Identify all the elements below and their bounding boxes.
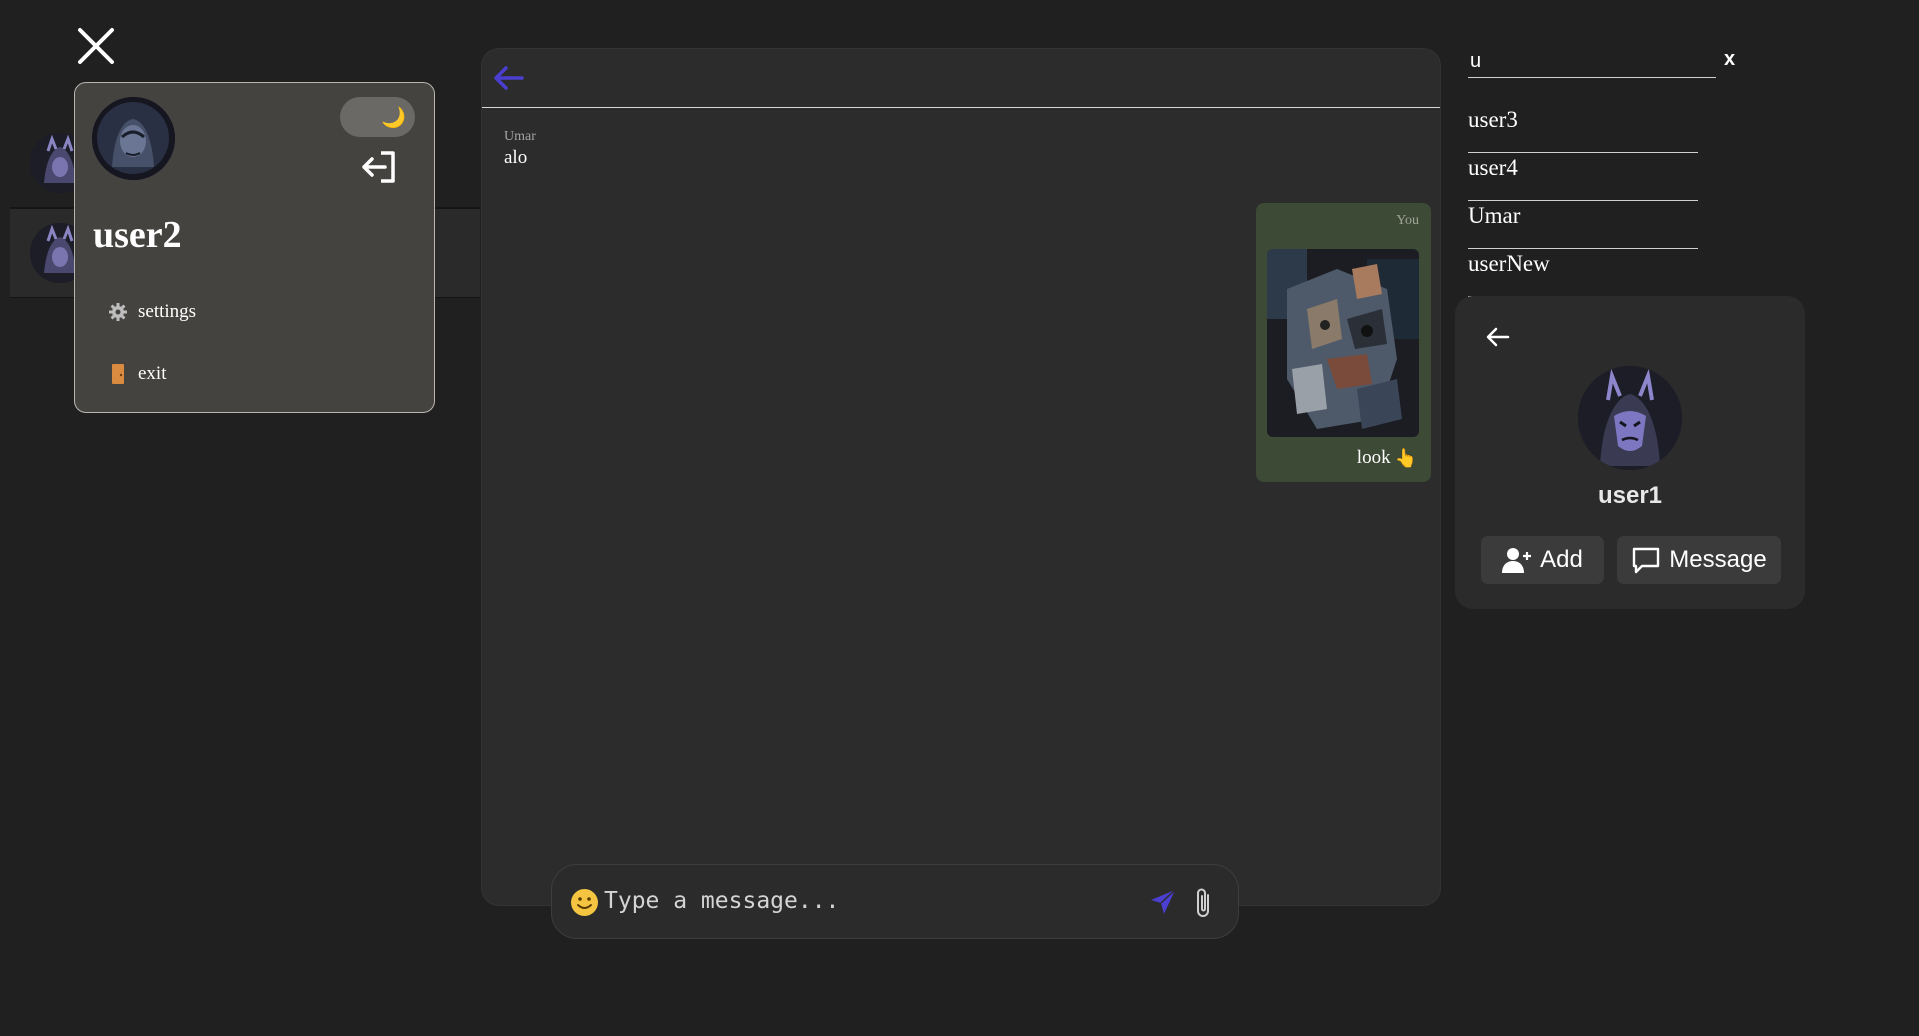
search-input[interactable] xyxy=(1468,46,1716,78)
chat-header xyxy=(482,49,1440,108)
back-arrow-icon[interactable] xyxy=(492,63,526,93)
search-result-item[interactable]: user3 xyxy=(1468,105,1698,153)
search-bar: x xyxy=(1468,46,1735,78)
message-button-label: Message xyxy=(1669,546,1767,573)
close-icon[interactable] xyxy=(74,24,118,68)
menu-item-label: settings xyxy=(138,301,197,322)
message-incoming: Umar alo xyxy=(504,129,536,169)
paperclip-icon[interactable] xyxy=(1192,885,1216,921)
logout-icon[interactable] xyxy=(359,149,399,185)
add-button-label: Add xyxy=(1540,546,1583,573)
menu-item-label: exit xyxy=(138,363,167,384)
profile-username: user2 xyxy=(93,214,182,256)
chat-panel: Umar alo You look 👆 xyxy=(481,48,1441,906)
user-profile-card: user1 Add Message xyxy=(1455,296,1805,609)
add-user-icon xyxy=(1502,548,1532,573)
menu-item-exit[interactable]: exit xyxy=(108,363,167,385)
door-icon xyxy=(112,364,124,384)
moon-icon: 🌙 xyxy=(381,105,406,129)
user-card-username: user1 xyxy=(1597,482,1663,509)
message-button[interactable]: Message xyxy=(1617,536,1781,584)
chat-bubble-icon xyxy=(1633,547,1660,574)
message-outgoing: You look 👆 xyxy=(1256,203,1431,482)
profile-menu: 🌙 user2 settings exit xyxy=(74,82,435,413)
add-friend-button[interactable]: Add xyxy=(1481,536,1604,584)
search-result-item[interactable]: userNew xyxy=(1468,249,1698,297)
send-icon[interactable] xyxy=(1149,888,1177,916)
message-input[interactable] xyxy=(604,883,1084,919)
message-image[interactable] xyxy=(1267,249,1419,437)
avatar[interactable] xyxy=(92,97,175,180)
message-caption: look 👆 xyxy=(1357,447,1417,469)
gear-icon xyxy=(109,303,127,321)
back-arrow-icon[interactable] xyxy=(1485,324,1511,350)
search-result-item[interactable]: user4 xyxy=(1468,153,1698,201)
message-text: look xyxy=(1356,447,1391,468)
message-composer xyxy=(551,864,1239,939)
theme-toggle[interactable]: 🌙 xyxy=(340,97,415,137)
message-sender: Umar xyxy=(504,129,536,144)
search-results: user3 user4 Umar userNew xyxy=(1468,105,1698,297)
search-result-item[interactable]: Umar xyxy=(1468,201,1698,249)
menu-item-settings[interactable]: settings xyxy=(108,301,196,323)
pointing-up-emoji: 👆 xyxy=(1394,447,1417,469)
smiley-icon[interactable] xyxy=(570,888,599,917)
message-text: alo xyxy=(504,147,528,168)
search-clear-button[interactable]: x xyxy=(1724,48,1735,71)
avatar xyxy=(1578,366,1682,470)
message-sender: You xyxy=(1396,213,1419,228)
